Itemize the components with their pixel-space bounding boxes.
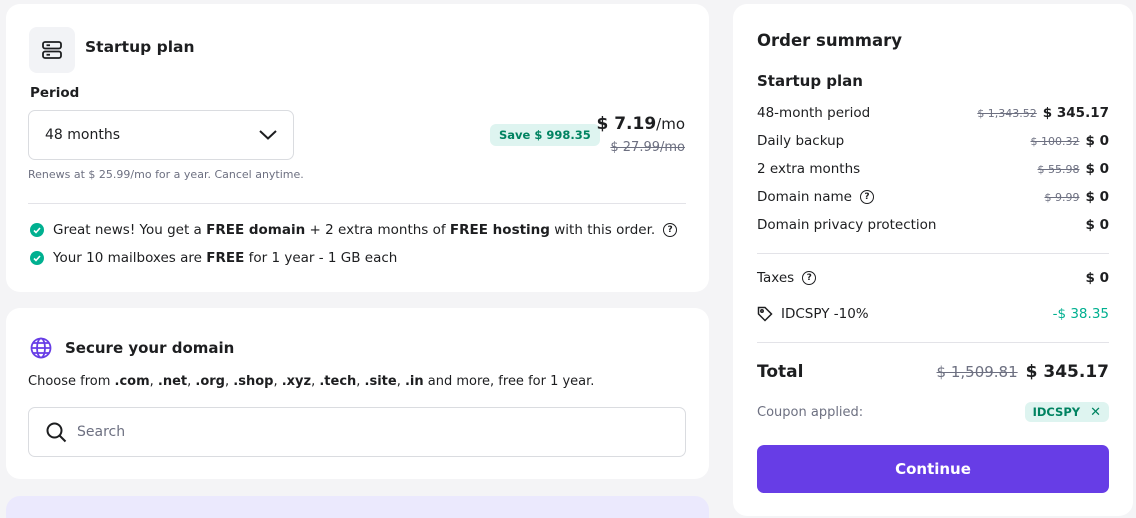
check-icon — [30, 223, 44, 237]
domain-search-input[interactable] — [77, 424, 657, 440]
row-label: Daily backup — [757, 133, 845, 149]
total-new-price: $ 345.17 — [1025, 362, 1109, 382]
coupon-chip: IDCSPY ✕ — [1024, 402, 1109, 422]
benefit-text-2: Your 10 mailboxes are FREE for 1 year - … — [53, 250, 398, 266]
row-new-price: $ 0 — [1085, 133, 1110, 149]
divider — [757, 342, 1109, 343]
globe-icon — [30, 337, 52, 359]
help-icon[interactable]: ? — [663, 223, 678, 237]
row-old-price: $ 55.98 — [1037, 162, 1080, 176]
summary-row-backup: Daily backup $ 100.32 $ 0 — [757, 133, 1109, 149]
domain-title: Secure your domain — [65, 339, 235, 357]
chevron-down-icon — [259, 130, 277, 140]
domain-search-box[interactable] — [28, 407, 686, 457]
promo-card — [6, 496, 709, 518]
total-row: Total $ 1,509.81 $ 345.17 — [757, 362, 1109, 382]
row-new-price: $ 0 — [1085, 217, 1110, 233]
search-icon — [46, 422, 67, 442]
domain-description: Choose from .com, .net, .org, .shop, .xy… — [28, 374, 595, 389]
summary-row-taxes: Taxes? $ 0 — [757, 270, 1109, 286]
summary-plan-name: Startup plan — [757, 72, 863, 90]
domain-card: Secure your domain Choose from .com, .ne… — [6, 308, 709, 479]
save-badge: Save $ 998.35 — [490, 124, 600, 146]
plan-title: Startup plan — [85, 38, 195, 56]
price-unit: /mo — [656, 115, 685, 133]
help-icon[interactable]: ? — [802, 271, 817, 285]
summary-title: Order summary — [757, 31, 903, 50]
row-new-price: $ 0 — [1085, 189, 1110, 205]
summary-row-extra-months: 2 extra months $ 55.98 $ 0 — [757, 161, 1109, 177]
divider — [28, 203, 686, 204]
coupon-applied-row: Coupon applied: IDCSPY ✕ — [757, 402, 1109, 422]
divider — [757, 253, 1109, 254]
benefit-free-mailboxes: Your 10 mailboxes are FREE for 1 year - … — [30, 250, 397, 266]
total-old-price: $ 1,509.81 — [936, 363, 1018, 381]
server-icon — [29, 27, 75, 73]
row-label: IDCSPY -10% — [757, 306, 1053, 322]
renews-text: Renews at $ 25.99/mo for a year. Cancel … — [28, 168, 304, 181]
total-label: Total — [757, 362, 804, 382]
price-value: $ 7.19 — [596, 114, 657, 134]
summary-row-period: 48-month period $ 1,343.52 $ 345.17 — [757, 105, 1109, 121]
continue-button[interactable]: Continue — [757, 445, 1109, 493]
check-icon — [30, 251, 44, 265]
benefit-text-1: Great news! You get a FREE domain + 2 ex… — [53, 222, 656, 238]
old-price: $ 27.99/mo — [610, 140, 685, 155]
row-label: 48-month period — [757, 105, 871, 121]
taxes-value: $ 0 — [1085, 270, 1110, 286]
price: $ 7.19/mo — [596, 114, 685, 134]
remove-coupon-icon[interactable]: ✕ — [1090, 405, 1101, 420]
period-select[interactable]: 48 months — [28, 110, 294, 160]
help-icon[interactable]: ? — [859, 190, 874, 204]
period-label: Period — [30, 85, 80, 101]
coupon-discount: -$ 38.35 — [1052, 306, 1109, 322]
row-new-price: $ 345.17 — [1042, 105, 1109, 121]
plan-card: Startup plan Period 48 months Save $ 998… — [6, 4, 709, 292]
row-new-price: $ 0 — [1085, 161, 1110, 177]
row-label: Taxes? — [757, 270, 1086, 286]
coupon-applied-label: Coupon applied: — [757, 404, 864, 420]
order-summary-card: Order summary Startup plan 48-month peri… — [733, 4, 1133, 516]
row-label: Domain privacy protection — [757, 217, 937, 233]
row-label: Domain name? — [757, 189, 1045, 205]
summary-row-domain-name: Domain name? $ 9.99 $ 0 — [757, 189, 1109, 205]
period-select-value: 48 months — [45, 127, 120, 143]
row-old-price: $ 9.99 — [1044, 190, 1080, 204]
summary-row-coupon: IDCSPY -10% -$ 38.35 — [757, 306, 1109, 322]
row-old-price: $ 100.32 — [1030, 134, 1080, 148]
tag-icon — [757, 306, 773, 322]
row-label: 2 extra months — [757, 161, 861, 177]
row-old-price: $ 1,343.52 — [977, 106, 1037, 120]
summary-row-privacy: Domain privacy protection $ 0 — [757, 217, 1109, 233]
benefit-free-domain: Great news! You get a FREE domain + 2 ex… — [30, 222, 678, 238]
coupon-chip-label: IDCSPY — [1032, 405, 1081, 419]
